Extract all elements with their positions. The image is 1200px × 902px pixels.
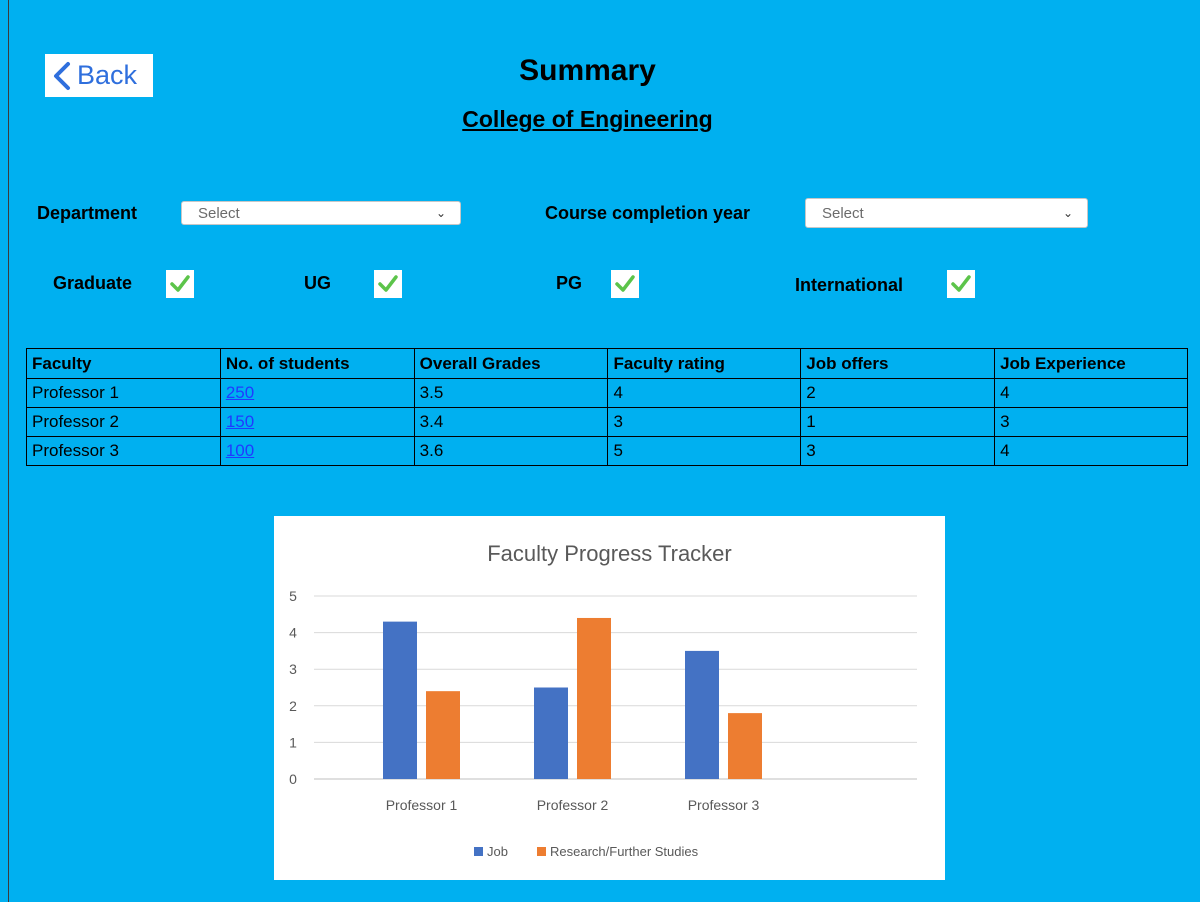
ug-checkbox[interactable] [374, 270, 402, 298]
y-tick-label: 4 [289, 625, 297, 641]
department-select[interactable]: Select ⌄ [181, 201, 461, 225]
bar-chart: Faculty Progress Tracker 0 1 2 3 4 5 Professor… [289, 541, 917, 859]
table-cell: 3.6 [413, 436, 609, 466]
chart-container: Faculty Progress Tracker 0 1 2 3 4 5 Professor… [274, 516, 945, 880]
table-cell: 3 [994, 407, 1188, 437]
checkmark-icon [378, 275, 398, 292]
table-cell: 4 [994, 378, 1188, 408]
students-link[interactable]: 250 [226, 383, 254, 402]
y-tick-label: 2 [289, 698, 297, 714]
chevron-down-icon: ⌄ [1062, 206, 1073, 220]
table-cell: Professor 1 [26, 378, 221, 408]
students-link[interactable]: 100 [226, 441, 254, 460]
legend-label: Research/Further Studies [550, 844, 699, 859]
table-cell: 5 [607, 436, 802, 466]
ug-label: UG [304, 273, 331, 293]
x-tick-label: Professor 3 [688, 797, 760, 813]
bar-research [577, 617, 611, 779]
column-header: Job offers [800, 348, 996, 379]
bar-job [685, 650, 719, 779]
table-cell: 100 [219, 436, 415, 466]
bar-research [426, 691, 460, 779]
checkmark-icon [951, 275, 971, 292]
column-header: No. of students [219, 348, 415, 379]
year-select-value: Select [822, 204, 864, 222]
table-row: Professor 2 150 3.4 3 1 3 [26, 407, 1188, 437]
graduate-label: Graduate [53, 273, 133, 293]
table-cell: Professor 2 [26, 407, 221, 437]
table-cell: 4 [994, 436, 1188, 466]
bar-job [383, 621, 417, 779]
page-title: Summary [519, 54, 656, 87]
legend-swatch [474, 847, 483, 856]
table-cell: 3 [800, 436, 996, 466]
bar-job [534, 687, 568, 779]
table-cell: Professor 3 [26, 436, 221, 466]
chart-title: Faculty Progress Tracker [487, 541, 732, 566]
table-cell: 3.5 [413, 378, 609, 408]
bar-research [728, 713, 762, 779]
table-cell: 1 [800, 407, 996, 437]
table-cell: 250 [219, 378, 415, 408]
checkmark-icon [170, 275, 190, 292]
column-header: Overall Grades [413, 348, 609, 379]
table-cell: 3 [607, 407, 802, 437]
faculty-table: Faculty No. of students Overall Grades F… [26, 348, 1188, 466]
y-tick-label: 3 [289, 661, 297, 677]
legend-label: Job [487, 844, 508, 859]
legend-swatch [537, 847, 546, 856]
table-row: Professor 1 250 3.5 4 2 4 [26, 378, 1188, 408]
chevron-down-icon: ⌄ [435, 206, 446, 220]
column-header: Faculty rating [607, 348, 802, 379]
table-cell: 2 [800, 378, 996, 408]
checkmark-icon [615, 275, 635, 292]
international-label: International [795, 275, 904, 295]
page-subtitle: College of Engineering [462, 106, 713, 132]
column-header: Faculty [26, 348, 221, 379]
department-label: Department [37, 203, 138, 223]
column-header: Job Experience [994, 348, 1188, 379]
table-cell: 4 [607, 378, 802, 408]
window-border [8, 0, 9, 902]
x-tick-label: Professor 2 [537, 797, 609, 813]
table-cell: 3.4 [413, 407, 609, 437]
international-checkbox[interactable] [947, 270, 975, 298]
department-select-value: Select [198, 204, 240, 222]
year-label: Course completion year [545, 203, 751, 223]
year-select[interactable]: Select ⌄ [805, 198, 1088, 228]
table-cell: 150 [219, 407, 415, 437]
pg-label: PG [556, 273, 583, 293]
y-tick-label: 1 [289, 734, 297, 750]
y-tick-label: 0 [289, 771, 297, 787]
pg-checkbox[interactable] [611, 270, 639, 298]
y-tick-label: 5 [289, 588, 297, 604]
graduate-checkbox[interactable] [166, 270, 194, 298]
students-link[interactable]: 150 [226, 412, 254, 431]
x-tick-label: Professor 1 [386, 797, 458, 813]
table-row: Professor 3 100 3.6 5 3 4 [26, 436, 1188, 466]
table-header-row: Faculty No. of students Overall Grades F… [26, 348, 1188, 379]
